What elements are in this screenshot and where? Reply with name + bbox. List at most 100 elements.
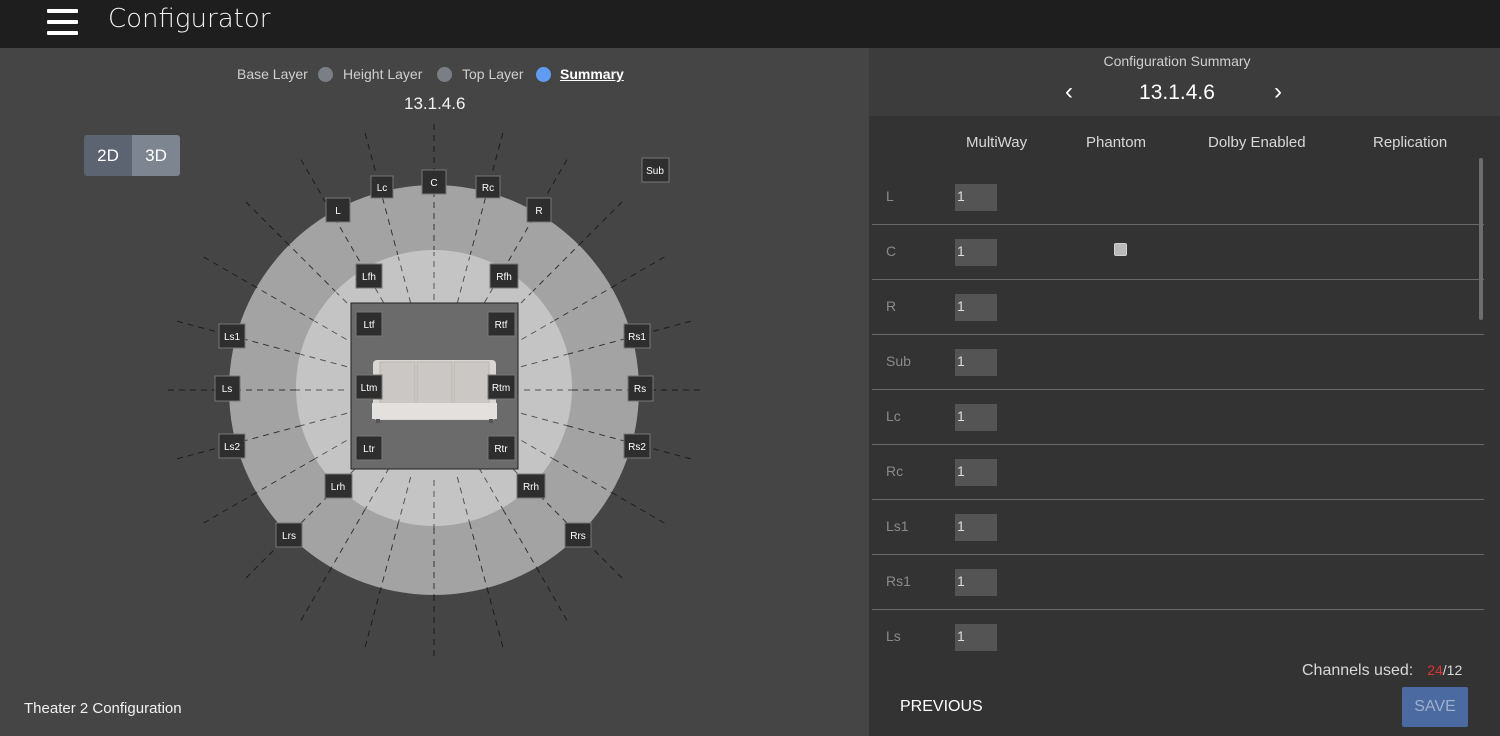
speaker-rrs[interactable]: Rrs	[564, 522, 592, 548]
table-row: Ls1 1	[872, 500, 1484, 555]
speaker-l[interactable]: L	[325, 197, 351, 223]
speaker-label: C	[430, 178, 437, 189]
speaker-lc[interactable]: Lc	[370, 175, 394, 199]
table-row: Lc 1	[872, 390, 1484, 445]
speaker-rc[interactable]: Rc	[475, 175, 501, 199]
radial-guide-line	[486, 587, 504, 649]
speaker-r[interactable]: R	[526, 197, 552, 223]
chevron-right-icon[interactable]: ›	[1274, 78, 1282, 106]
multiway-input[interactable]: 1	[955, 624, 997, 651]
speaker-label: Sub	[646, 166, 664, 177]
radial-guide-line	[536, 567, 569, 623]
speaker-sub[interactable]: Sub	[641, 157, 670, 183]
speaker-label: Ltr	[363, 444, 375, 455]
speaker-label: Ltm	[361, 383, 378, 394]
speaker-ltr[interactable]: Ltr	[355, 435, 383, 461]
channels-total: /12	[1442, 662, 1463, 678]
multiway-input[interactable]: 1	[955, 569, 997, 596]
speaker-rtm[interactable]: Rtm	[487, 374, 516, 400]
table-row: Ls 1	[872, 610, 1484, 664]
table-row: Rs1 1	[872, 555, 1484, 610]
speaker-label: Rs2	[628, 442, 646, 453]
row-label: Ls	[886, 628, 901, 644]
speaker-ls2[interactable]: Ls2	[218, 433, 246, 459]
speaker-label: Lfh	[362, 272, 376, 283]
multiway-input[interactable]: 1	[955, 184, 997, 211]
hamburger-menu-icon[interactable]	[47, 9, 78, 35]
phantom-checkbox[interactable]	[1114, 243, 1127, 256]
channels-used-label: Channels used:	[1302, 662, 1414, 679]
speaker-rfh[interactable]: Rfh	[489, 263, 519, 289]
speaker-ltm[interactable]: Ltm	[355, 374, 383, 400]
multiway-input[interactable]: 1	[955, 239, 997, 266]
speaker-layout-panel: Base Layer Height Layer Top Layer Summar…	[0, 48, 868, 736]
speaker-label: L	[335, 206, 341, 217]
speaker-label: Rrh	[523, 482, 539, 493]
speaker-label: Rtr	[494, 444, 508, 455]
speaker-rrh[interactable]: Rrh	[516, 473, 546, 499]
radial-guide-line	[611, 492, 667, 525]
row-label: Ls1	[886, 518, 909, 534]
row-label: R	[886, 298, 897, 314]
speaker-label: Rs	[634, 384, 646, 395]
summary-title: Configuration Summary	[1103, 53, 1251, 69]
save-button[interactable]: SAVE	[1402, 687, 1468, 727]
speaker-label: Lc	[377, 183, 388, 194]
summary-config-value: 13.1.4.6	[1139, 81, 1215, 104]
speaker-rtf[interactable]: Rtf	[487, 311, 516, 337]
radial-guide-line	[201, 492, 257, 525]
speaker-lfh[interactable]: Lfh	[355, 263, 383, 289]
column-header-multiway: MultiWay	[966, 134, 1028, 151]
channel-table: L1 C1 R1 Sub 1 Lc 1 Rc 1 Ls1 1 Rs1 1 Ls 1	[872, 170, 1484, 664]
radial-guide-line	[364, 587, 382, 649]
table-row: Rc 1	[872, 445, 1484, 500]
speaker-ltf[interactable]: Ltf	[355, 311, 383, 337]
top-bar: Configurator	[0, 0, 1500, 48]
radial-guide-line	[611, 255, 667, 288]
row-label: C	[886, 243, 897, 259]
speaker-rs1[interactable]: Rs1	[623, 323, 651, 349]
speaker-lrs[interactable]: Lrs	[275, 522, 303, 548]
speaker-label: Rs1	[628, 332, 646, 343]
speaker-label: Rrs	[570, 531, 586, 542]
radial-guide-line	[201, 255, 257, 288]
radial-guide-line	[244, 200, 290, 246]
speaker-ls[interactable]: Ls	[214, 375, 241, 402]
radial-guide-line	[578, 200, 624, 246]
speaker-label: Ls	[222, 384, 233, 395]
theater-label: Theater 2 Configuration	[24, 700, 182, 717]
table-scrollbar[interactable]	[1479, 158, 1483, 320]
channels-used-count: 24	[1427, 662, 1443, 678]
speaker-ls1[interactable]: Ls1	[218, 323, 246, 349]
speaker-rs[interactable]: Rs	[627, 375, 654, 402]
row-label: Sub	[886, 353, 911, 369]
table-row: Sub 1	[872, 335, 1484, 390]
speaker-label: Ls2	[224, 442, 241, 453]
previous-button[interactable]: PREVIOUS	[900, 698, 983, 716]
speaker-c[interactable]: C	[421, 169, 447, 195]
channels-used: Channels used: 24/12	[1302, 662, 1462, 680]
row-label: L	[886, 188, 894, 204]
row-label: Lc	[886, 408, 901, 424]
column-header-dolby-enabled: Dolby Enabled	[1208, 134, 1306, 151]
speaker-diagram: Lc C Rc L R Sub Lfh Rfh Ltf Rtf Ltm Rtm …	[166, 122, 702, 658]
table-row: R1	[872, 280, 1484, 335]
speaker-label: Rtf	[495, 320, 508, 331]
row-label: Rc	[886, 463, 904, 479]
multiway-input[interactable]: 1	[955, 349, 997, 376]
speaker-rtr[interactable]: Rtr	[487, 435, 516, 461]
multiway-input[interactable]: 1	[955, 294, 997, 321]
multiway-input[interactable]: 1	[955, 459, 997, 486]
multiway-input[interactable]: 1	[955, 404, 997, 431]
speaker-label: R	[535, 206, 542, 217]
speaker-label: Lrh	[331, 482, 345, 493]
configuration-summary-panel: Configuration Summary ‹ 13.1.4.6 › Multi…	[869, 48, 1500, 736]
speaker-rs2[interactable]: Rs2	[623, 433, 651, 459]
summary-header: Configuration Summary ‹ 13.1.4.6 ›	[869, 48, 1500, 116]
column-header-phantom: Phantom	[1086, 134, 1147, 151]
speaker-label: Ls1	[224, 332, 241, 343]
multiway-input[interactable]: 1	[955, 514, 997, 541]
app-title: Configurator	[108, 4, 271, 34]
speaker-label: Rtm	[492, 383, 510, 394]
speaker-lrh[interactable]: Lrh	[324, 473, 353, 499]
